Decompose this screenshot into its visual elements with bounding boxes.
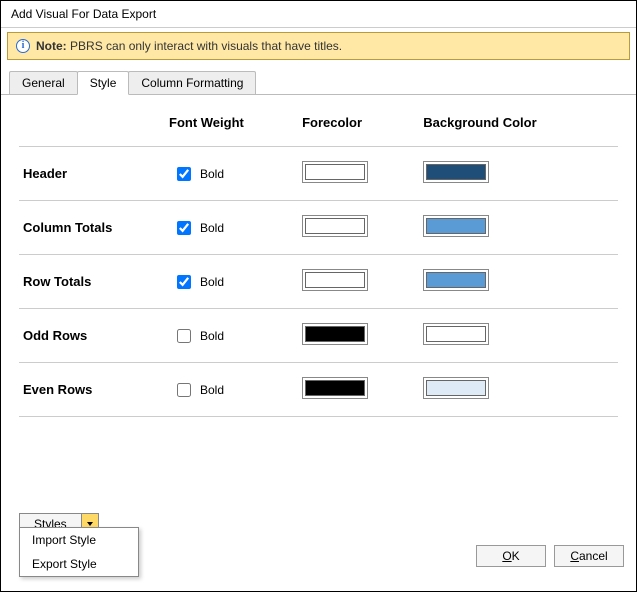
row-label: Odd Rows xyxy=(19,309,169,363)
dialog-buttons: OK Cancel xyxy=(476,545,624,567)
cancel-button[interactable]: Cancel xyxy=(554,545,624,567)
row-label: Even Rows xyxy=(19,363,169,417)
bold-checkbox-input[interactable] xyxy=(177,167,191,181)
col-header-font-weight: Font Weight xyxy=(169,111,298,147)
menu-export-style[interactable]: Export Style xyxy=(20,552,138,576)
bold-label: Bold xyxy=(200,167,224,181)
row-label: Row Totals xyxy=(19,255,169,309)
info-icon: i xyxy=(16,39,30,53)
bold-checkbox[interactable]: Bold xyxy=(173,380,294,400)
menu-import-style[interactable]: Import Style xyxy=(20,528,138,552)
style-table: Font Weight Forecolor Background Color H… xyxy=(19,111,618,417)
forecolor-swatch[interactable] xyxy=(302,161,368,183)
background-swatch[interactable] xyxy=(423,323,489,345)
table-row: Even Rows Bold xyxy=(19,363,618,417)
note-label: Note: xyxy=(36,39,67,53)
background-swatch[interactable] xyxy=(423,215,489,237)
table-row: Column Totals Bold xyxy=(19,201,618,255)
dialog-title: Add Visual For Data Export xyxy=(1,1,636,28)
col-header-forecolor: Forecolor xyxy=(298,111,419,147)
forecolor-swatch[interactable] xyxy=(302,323,368,345)
background-swatch[interactable] xyxy=(423,377,489,399)
bold-checkbox[interactable]: Bold xyxy=(173,272,294,292)
table-row: Header Bold xyxy=(19,147,618,201)
forecolor-swatch[interactable] xyxy=(302,377,368,399)
bold-checkbox-input[interactable] xyxy=(177,329,191,343)
note-text: PBRS can only interact with visuals that… xyxy=(70,39,342,53)
bold-checkbox-input[interactable] xyxy=(177,383,191,397)
tab-column-formatting[interactable]: Column Formatting xyxy=(128,71,256,94)
bold-checkbox[interactable]: Bold xyxy=(173,218,294,238)
dialog-add-visual-export: Add Visual For Data Export i Note: PBRS … xyxy=(0,0,637,592)
ok-button[interactable]: OK xyxy=(476,545,546,567)
row-label: Column Totals xyxy=(19,201,169,255)
bold-label: Bold xyxy=(200,221,224,235)
bold-label: Bold xyxy=(200,329,224,343)
background-swatch[interactable] xyxy=(423,161,489,183)
bold-label: Bold xyxy=(200,383,224,397)
tab-strip: General Style Column Formatting xyxy=(1,64,636,95)
col-header-background: Background Color xyxy=(419,111,618,147)
forecolor-swatch[interactable] xyxy=(302,269,368,291)
row-label: Header xyxy=(19,147,169,201)
bold-checkbox-input[interactable] xyxy=(177,275,191,289)
table-row: Row Totals Bold xyxy=(19,255,618,309)
table-row: Odd Rows Bold xyxy=(19,309,618,363)
forecolor-swatch[interactable] xyxy=(302,215,368,237)
bold-checkbox[interactable]: Bold xyxy=(173,164,294,184)
background-swatch[interactable] xyxy=(423,269,489,291)
bold-checkbox[interactable]: Bold xyxy=(173,326,294,346)
bold-checkbox-input[interactable] xyxy=(177,221,191,235)
bold-label: Bold xyxy=(200,275,224,289)
tab-general[interactable]: General xyxy=(9,71,78,94)
styles-dropdown-menu: Import Style Export Style xyxy=(19,527,139,577)
note-bar: i Note: PBRS can only interact with visu… xyxy=(7,32,630,60)
tab-style[interactable]: Style xyxy=(77,71,130,95)
